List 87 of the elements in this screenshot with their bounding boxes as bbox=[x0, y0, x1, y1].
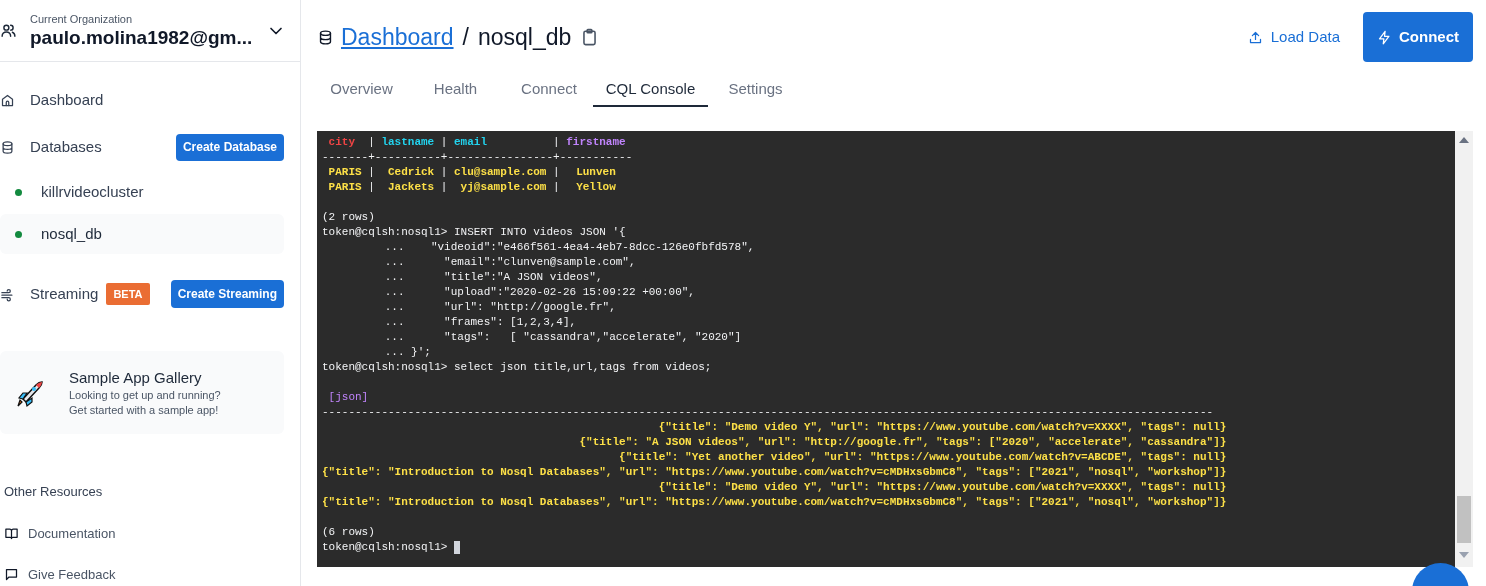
beta-badge: BETA bbox=[106, 282, 150, 306]
table-cell: Lunven bbox=[576, 165, 616, 180]
console-command: ... "tags": [ "cassandra","accelerate", "2020"] bbox=[384, 331, 742, 343]
console-prompt: token@cqlsh:nosql1> bbox=[322, 540, 448, 555]
table-cell: clu@sample.com bbox=[454, 165, 547, 180]
column-divider: | bbox=[553, 180, 560, 195]
json-row: {"title": "A JSON videos", "url": "http://google.fr", "tags": ["2020", "accelerate", "cassandra"]} bbox=[579, 435, 1227, 450]
column-divider: | bbox=[440, 165, 448, 180]
column-header: city bbox=[327, 135, 356, 150]
console-command: ... "email":"clunven@sample.com", bbox=[384, 256, 636, 268]
table-cell: PARIS bbox=[328, 165, 362, 180]
column-divider: | bbox=[368, 135, 375, 150]
create-database-button[interactable]: Create Database bbox=[175, 133, 284, 161]
column-divider: | bbox=[368, 165, 375, 180]
tab[interactable]: CQL Console bbox=[593, 74, 708, 107]
console-prompt: token@cqlsh:nosql1> bbox=[322, 360, 448, 375]
breadcrumb-link[interactable]: Dashboard bbox=[341, 19, 454, 55]
console-command: ... "frames": [1,2,3,4], bbox=[384, 316, 577, 328]
organization-name: paulo.molina1982@gm... bbox=[30, 25, 254, 50]
scroll-up-arrow-icon[interactable] bbox=[1459, 137, 1469, 143]
json-row: {"title": "Yet another video", "url": "https://www.youtube.com/watch?v=ABCDE", "tags": null} bbox=[619, 450, 1227, 465]
column-divider: | bbox=[440, 135, 448, 150]
table-cell: Cedrick bbox=[388, 165, 435, 180]
column-divider: | bbox=[440, 180, 448, 195]
database-name: nosql_db bbox=[41, 223, 102, 244]
json-row: {"title": "Introduction to Nosql Databases", "url": "https://www.youtube.com/watch?v=cMDHxsGbmC8", "tags": ["2021", "nosql", "workshop"]} bbox=[322, 465, 1227, 480]
column-divider: | bbox=[368, 180, 375, 195]
sidebar-nav-item[interactable]: Streaming bbox=[0, 282, 99, 306]
breadcrumb-separator: / bbox=[462, 22, 469, 52]
tab[interactable]: Settings bbox=[708, 74, 803, 107]
text-cursor bbox=[454, 541, 460, 554]
sample-app-description: Looking to get up and running? bbox=[69, 387, 221, 403]
tab[interactable]: Connect bbox=[505, 74, 593, 107]
table-cell: yj@sample.com bbox=[460, 180, 547, 195]
json-row: {"title": "Introduction to Nosql Databases", "url": "https://www.youtube.com/watch?v=cMDHxsGbmC8", "tags": ["2021", "nosql", "workshop"]} bbox=[322, 495, 1227, 510]
other-resources-heading: Other Resources bbox=[4, 484, 104, 500]
people-icon bbox=[0, 22, 17, 39]
console-command: INSERT INTO videos JSON '{ bbox=[454, 225, 626, 240]
tab[interactable]: Overview bbox=[317, 74, 406, 107]
column-header: [json] bbox=[328, 391, 369, 403]
streaming-icon bbox=[0, 286, 15, 302]
database-icon bbox=[317, 28, 334, 46]
column-header: lastname bbox=[380, 135, 436, 150]
connect-button[interactable]: Connect bbox=[1363, 12, 1473, 62]
scroll-down-arrow-icon[interactable] bbox=[1459, 552, 1469, 558]
console-command: ... "title":"A JSON videos", bbox=[384, 271, 603, 283]
sidebar-nav-item[interactable]: Databases bbox=[0, 135, 102, 159]
sample-app-description: Get started with a sample app! bbox=[69, 402, 220, 418]
database-item[interactable]: killrvideocluster bbox=[0, 172, 284, 212]
database-item[interactable]: nosql_db bbox=[0, 214, 284, 254]
console-output: (2 rows) bbox=[322, 211, 375, 223]
database-name: killrvideocluster bbox=[41, 181, 144, 202]
create-streaming-button[interactable]: Create Streaming bbox=[170, 280, 284, 308]
load-data-button[interactable]: Load Data bbox=[1247, 25, 1340, 49]
table-cell: Jackets bbox=[388, 180, 435, 195]
console-command: ... "url": "http://google.fr", bbox=[384, 301, 616, 313]
column-divider: | bbox=[553, 135, 560, 150]
console-command: ... }'; bbox=[384, 346, 431, 358]
book-icon bbox=[4, 526, 19, 542]
bolt-icon bbox=[1377, 29, 1392, 45]
sample-app-gallery-card[interactable]: Sample App Gallery Looking to get up and running? Get started with a sample app! bbox=[0, 351, 284, 434]
column-header: email bbox=[453, 135, 489, 150]
scrollbar-thumb[interactable] bbox=[1457, 496, 1471, 543]
resource-link[interactable]: Documentation bbox=[4, 524, 300, 544]
console-output: (6 rows) bbox=[322, 526, 375, 538]
console-command: ... "upload":"2020-02-26 15:09:22 +00:00", bbox=[384, 286, 695, 298]
console-prompt: token@cqlsh:nosql1> bbox=[322, 225, 448, 240]
chat-bubble-icon bbox=[4, 566, 19, 582]
organization-label: Current Organization bbox=[30, 11, 134, 26]
console-command: select json title,url,tags from videos; bbox=[454, 360, 712, 375]
console-command: ... "videoid":"e466f561-4ea4-4eb7-8dcc-126e0fbfd578", bbox=[384, 241, 755, 253]
database-icon bbox=[0, 139, 15, 155]
column-header: firstname bbox=[565, 135, 627, 150]
json-row: {"title": "Demo video Y", "url": "https://www.youtube.com/watch?v=XXXX", "tags": null} bbox=[658, 420, 1227, 435]
table-separator: -------+----------+----------------+----------- bbox=[322, 151, 633, 163]
table-separator: --------------------------------------------------------------------------------------------------------------------------------------- bbox=[322, 406, 1214, 418]
table-cell: Yellow bbox=[576, 180, 616, 195]
table-cell: PARIS bbox=[328, 180, 362, 195]
tab[interactable]: Health bbox=[406, 74, 505, 107]
home-icon bbox=[0, 92, 15, 108]
json-row: {"title": "Demo video Y", "url": "https://www.youtube.com/watch?v=XXXX", "tags": null} bbox=[658, 480, 1227, 495]
database-title: nosql_db bbox=[477, 22, 572, 52]
sample-app-title: Sample App Gallery bbox=[69, 367, 203, 388]
column-divider: | bbox=[553, 165, 560, 180]
sidebar-nav-item[interactable]: Dashboard bbox=[0, 82, 284, 118]
resource-link[interactable]: Give Feedback bbox=[4, 564, 300, 584]
upload-icon bbox=[1247, 29, 1263, 45]
